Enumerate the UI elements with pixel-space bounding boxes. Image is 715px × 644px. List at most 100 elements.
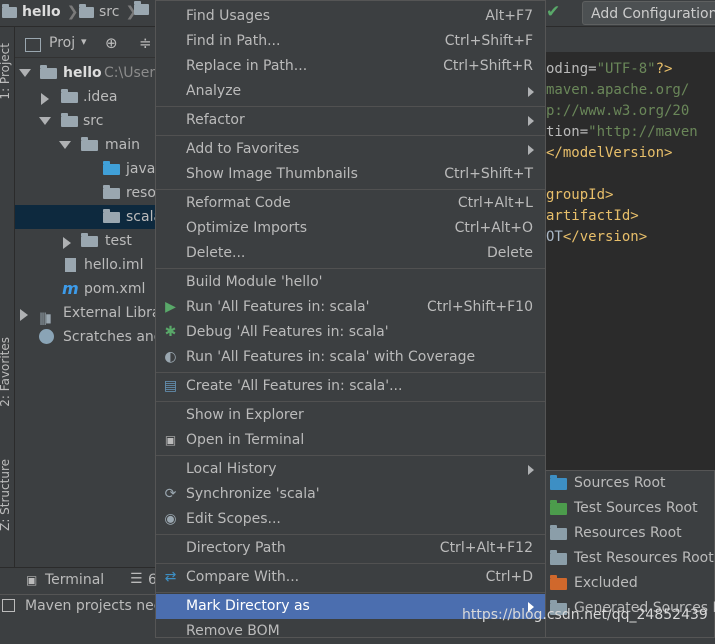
scope-icon: ◉ (164, 511, 177, 527)
menu-item-directory-path[interactable]: Directory Path Ctrl+Alt+F12 (156, 536, 545, 561)
terminal-tab[interactable]: Terminal (45, 572, 104, 588)
add-configuration-button[interactable]: Add Configuration (582, 1, 715, 25)
tree-node-idea[interactable]: .idea (15, 85, 155, 109)
status-message[interactable]: Maven projects nee (25, 598, 162, 614)
run-icon: ▶ (165, 299, 176, 315)
terminal-icon: ▣ (26, 573, 38, 587)
menu-item-debug[interactable]: ✱ Debug 'All Features in: scala' (156, 320, 545, 345)
code-line: groupId> (546, 187, 614, 203)
expand-arrow-icon[interactable] (39, 117, 51, 125)
breadcrumb-src[interactable]: src ❯ (79, 3, 141, 20)
folder-icon (61, 89, 78, 103)
iml-file-icon (65, 258, 76, 272)
code-line: OT</version> (546, 229, 648, 245)
sources-root-folder-icon (550, 475, 567, 490)
tree-node-resources[interactable]: reso (15, 181, 155, 205)
menu-item-local-history[interactable]: Local History (156, 457, 545, 482)
menu-item-open-in-terminal[interactable]: ▣ Open in Terminal (156, 428, 545, 453)
menu-item-reformat-code[interactable]: Reformat Code Ctrl+Alt+L (156, 191, 545, 216)
menu-separator (156, 106, 545, 107)
code-line: tion="http://maven (546, 124, 698, 140)
breadcrumb-main[interactable] (134, 1, 154, 15)
breadcrumb-project[interactable]: hello ❯ (2, 3, 82, 20)
run-config-icon: ▤ (163, 378, 178, 394)
tree-node-src[interactable]: src (15, 109, 155, 133)
locate-icon[interactable]: ⊕ (105, 34, 118, 52)
menu-separator (156, 401, 545, 402)
tree-node-test[interactable]: test (15, 229, 155, 253)
folder-icon (103, 209, 120, 223)
menu-item-build-module[interactable]: Build Module 'hello' (156, 270, 545, 295)
todo-icon: ☰ (130, 571, 143, 587)
submenu-item-resources-root[interactable]: Resources Root (546, 521, 715, 546)
menu-item-synchronize[interactable]: ⟳ Synchronize 'scala' (156, 482, 545, 507)
submenu-item-test-resources-root[interactable]: Test Resources Root (546, 546, 715, 571)
folder-icon (81, 233, 98, 247)
scratches-icon (39, 329, 54, 344)
menu-item-find-in-path[interactable]: Find in Path... Ctrl+Shift+F (156, 29, 545, 54)
menu-item-optimize-imports[interactable]: Optimize Imports Ctrl+Alt+O (156, 216, 545, 241)
menu-separator (156, 592, 545, 593)
submenu-item-sources-root[interactable]: Sources Root (546, 471, 715, 496)
expand-arrow-icon[interactable] (59, 141, 71, 149)
submenu-arrow-icon (528, 87, 534, 97)
build-hammer-icon[interactable]: ✔ (546, 2, 570, 24)
project-view-selector[interactable]: Proj (49, 35, 75, 51)
menu-separator (156, 189, 545, 190)
submenu-arrow-icon (528, 145, 534, 155)
folder-icon (2, 3, 17, 18)
folder-icon (134, 1, 149, 15)
project-view-icon (25, 38, 41, 52)
menu-item-show-image-thumbnails[interactable]: Show Image Thumbnails Ctrl+Shift+T (156, 162, 545, 187)
project-tool-tab[interactable]: 1: Project (0, 43, 12, 100)
code-line: artifactId> (546, 208, 639, 224)
menu-item-run-with-coverage[interactable]: ◐ Run 'All Features in: scala' with Cover… (156, 345, 545, 370)
tree-node-hello[interactable]: hello C:\Users (15, 61, 155, 85)
menu-item-edit-scopes[interactable]: ◉ Edit Scopes... (156, 507, 545, 532)
menu-item-show-in-explorer[interactable]: Show in Explorer (156, 403, 545, 428)
project-panel-header: Proj ▾ ⊕ ≑ (15, 33, 155, 58)
submenu-item-excluded[interactable]: Excluded (546, 571, 715, 596)
tree-node-scratches[interactable]: Scratches and (15, 325, 155, 349)
editor-tab-bar (546, 27, 715, 54)
terminal-icon: ▣ (164, 433, 177, 447)
menu-item-analyze[interactable]: Analyze (156, 79, 545, 104)
status-toggle-icon[interactable] (2, 599, 15, 612)
tree-node-external-libraries[interactable]: |||▮ External Libra (15, 301, 155, 325)
menu-item-find-usages[interactable]: Find Usages Alt+F7 (156, 4, 545, 29)
chevron-down-icon[interactable]: ▾ (81, 35, 87, 48)
resources-folder-icon (103, 185, 120, 199)
submenu-item-test-sources-root[interactable]: Test Sources Root (546, 496, 715, 521)
folder-icon (61, 113, 78, 127)
menu-item-run[interactable]: ▶ Run 'All Features in: scala' Ctrl+Shift+… (156, 295, 545, 320)
menu-separator (156, 563, 545, 564)
expand-arrow-icon[interactable] (20, 309, 28, 321)
menu-separator (156, 372, 545, 373)
menu-item-add-to-favorites[interactable]: Add to Favorites (156, 137, 545, 162)
expand-arrow-icon[interactable] (63, 237, 71, 249)
menu-item-compare-with[interactable]: ⇄ Compare With... Ctrl+D (156, 565, 545, 590)
tree-node-pom-xml[interactable]: m pom.xml (15, 277, 155, 301)
test-sources-folder-icon (550, 500, 567, 515)
menu-item-delete[interactable]: Delete... Delete (156, 241, 545, 266)
tree-node-hello-iml[interactable]: hello.iml (15, 253, 155, 277)
watermark: https://blog.csdn.net/qq_24852439 (462, 607, 708, 623)
sync-icon: ⟳ (164, 486, 177, 502)
menu-item-refactor[interactable]: Refactor (156, 108, 545, 133)
structure-tool-tab[interactable]: Z: Structure (0, 459, 12, 531)
coverage-icon: ◐ (164, 349, 177, 365)
test-resources-folder-icon (550, 550, 567, 565)
collapse-icon[interactable]: ≑ (139, 34, 152, 52)
menu-separator (156, 534, 545, 535)
menu-item-replace-in-path[interactable]: Replace in Path... Ctrl+Shift+R (156, 54, 545, 79)
menu-item-create-run-config[interactable]: ▤ Create 'All Features in: scala'... (156, 374, 545, 399)
submenu-arrow-icon (528, 465, 534, 475)
menu-separator (156, 268, 545, 269)
favorites-tool-tab[interactable]: 2: Favorites (0, 337, 12, 407)
tree-node-java[interactable]: java (15, 157, 155, 181)
expand-arrow-icon[interactable] (41, 93, 49, 105)
compare-arrows-icon: ⇄ (164, 569, 177, 585)
tree-node-scala[interactable]: scala (15, 205, 155, 229)
tree-node-main[interactable]: main (15, 133, 155, 157)
expand-arrow-icon[interactable] (19, 69, 31, 77)
